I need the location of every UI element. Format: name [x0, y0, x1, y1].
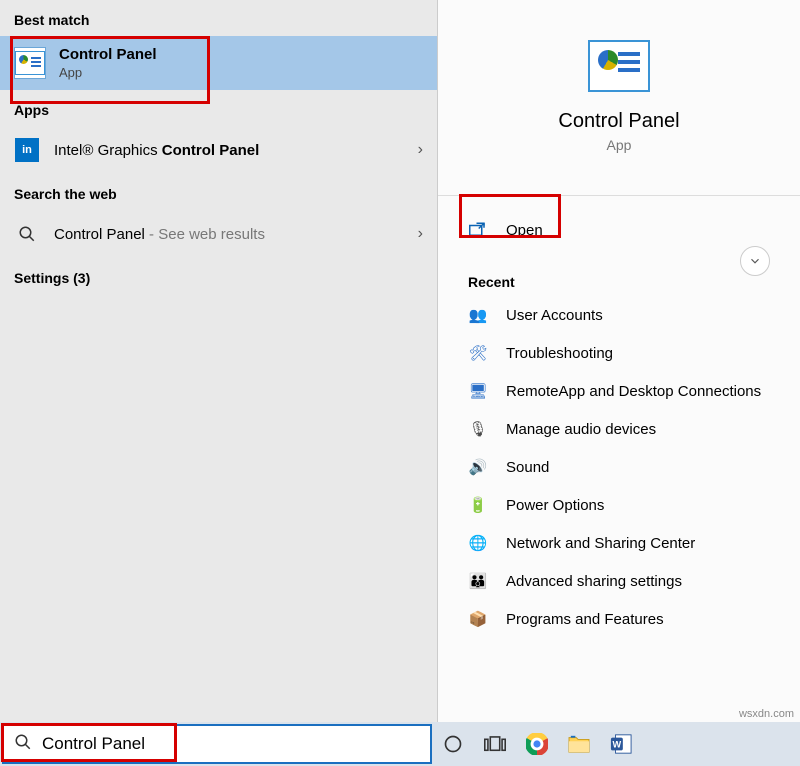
settings-header: Settings (3): [0, 258, 437, 294]
taskbar-search[interactable]: [2, 724, 432, 764]
user-accounts-icon: 👥: [468, 305, 488, 325]
intel-icon: in: [14, 137, 40, 163]
search-results-pane: Best match Control Panel App Apps in Int…: [0, 0, 438, 722]
taskbar: W: [0, 722, 800, 766]
chevron-right-icon: ›: [418, 225, 423, 243]
recent-item[interactable]: 🎙Manage audio devices: [438, 410, 800, 448]
sound-icon: 🔊: [468, 457, 488, 477]
best-match-subtitle: App: [59, 65, 157, 80]
sharing-icon: 👪: [468, 571, 488, 591]
apps-result-label: Intel® Graphics Control Panel: [54, 142, 418, 159]
programs-icon: 📦: [468, 609, 488, 629]
chevron-right-icon: ›: [418, 141, 423, 159]
web-result-item[interactable]: Control Panel - See web results ›: [0, 210, 437, 258]
troubleshooting-icon: 🛠: [468, 343, 488, 363]
best-match-header: Best match: [0, 0, 437, 36]
task-view-button[interactable]: [474, 723, 516, 765]
best-match-title: Control Panel: [59, 46, 157, 63]
expand-button[interactable]: [740, 246, 770, 276]
search-icon: [14, 221, 40, 247]
web-result-label: Control Panel - See web results: [54, 226, 418, 243]
preview-pane: Control Panel App Open Recent 👥User Acco…: [438, 0, 800, 722]
open-action[interactable]: Open: [438, 208, 800, 252]
taskbar-app-explorer[interactable]: [558, 723, 600, 765]
remoteapp-icon: 🖥: [468, 381, 488, 401]
svg-text:W: W: [613, 740, 622, 750]
control-panel-icon: [14, 47, 46, 79]
search-input[interactable]: [42, 734, 420, 754]
recent-item[interactable]: 🌐Network and Sharing Center: [438, 524, 800, 562]
control-panel-large-icon: [588, 40, 650, 92]
power-icon: 🔋: [468, 495, 488, 515]
preview-title: Control Panel: [438, 110, 800, 133]
apps-header: Apps: [0, 90, 437, 126]
taskbar-app-chrome[interactable]: [516, 723, 558, 765]
cortana-button[interactable]: [432, 723, 474, 765]
search-icon: [14, 733, 32, 756]
recent-item[interactable]: 🛠Troubleshooting: [438, 334, 800, 372]
preview-subtitle: App: [438, 137, 800, 153]
recent-item[interactable]: 🔋Power Options: [438, 486, 800, 524]
preview-hero: Control Panel App: [438, 0, 800, 173]
best-match-item[interactable]: Control Panel App: [0, 36, 437, 90]
taskbar-app-word[interactable]: W: [600, 723, 642, 765]
open-icon: [468, 220, 488, 240]
recent-item[interactable]: 👥User Accounts: [438, 296, 800, 334]
preview-actions: Open: [438, 196, 800, 256]
recent-item[interactable]: 🖥RemoteApp and Desktop Connections: [438, 372, 800, 410]
watermark: wsxdn.com: [739, 708, 794, 720]
recent-item[interactable]: 👪Advanced sharing settings: [438, 562, 800, 600]
network-icon: 🌐: [468, 533, 488, 553]
audio-icon: 🎙: [468, 419, 488, 439]
open-label: Open: [506, 222, 543, 239]
recent-item[interactable]: 📦Programs and Features: [438, 600, 800, 638]
web-header: Search the web: [0, 174, 437, 210]
recent-item[interactable]: 🔊Sound: [438, 448, 800, 486]
apps-result-item[interactable]: in Intel® Graphics Control Panel ›: [0, 126, 437, 174]
